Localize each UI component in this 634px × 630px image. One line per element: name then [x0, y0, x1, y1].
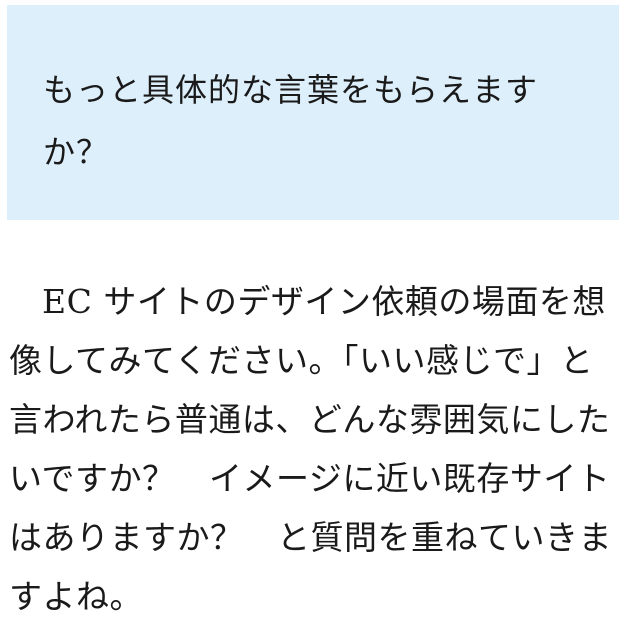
- body-paragraph: EC サイトのデザイン依頼の場面を想像してみてください。「いい感じで」と言われた…: [9, 282, 612, 616]
- callout-question-text: もっと具体的な言葉をもらえますか？: [43, 71, 539, 171]
- question-callout: もっと具体的な言葉をもらえますか？: [7, 5, 619, 220]
